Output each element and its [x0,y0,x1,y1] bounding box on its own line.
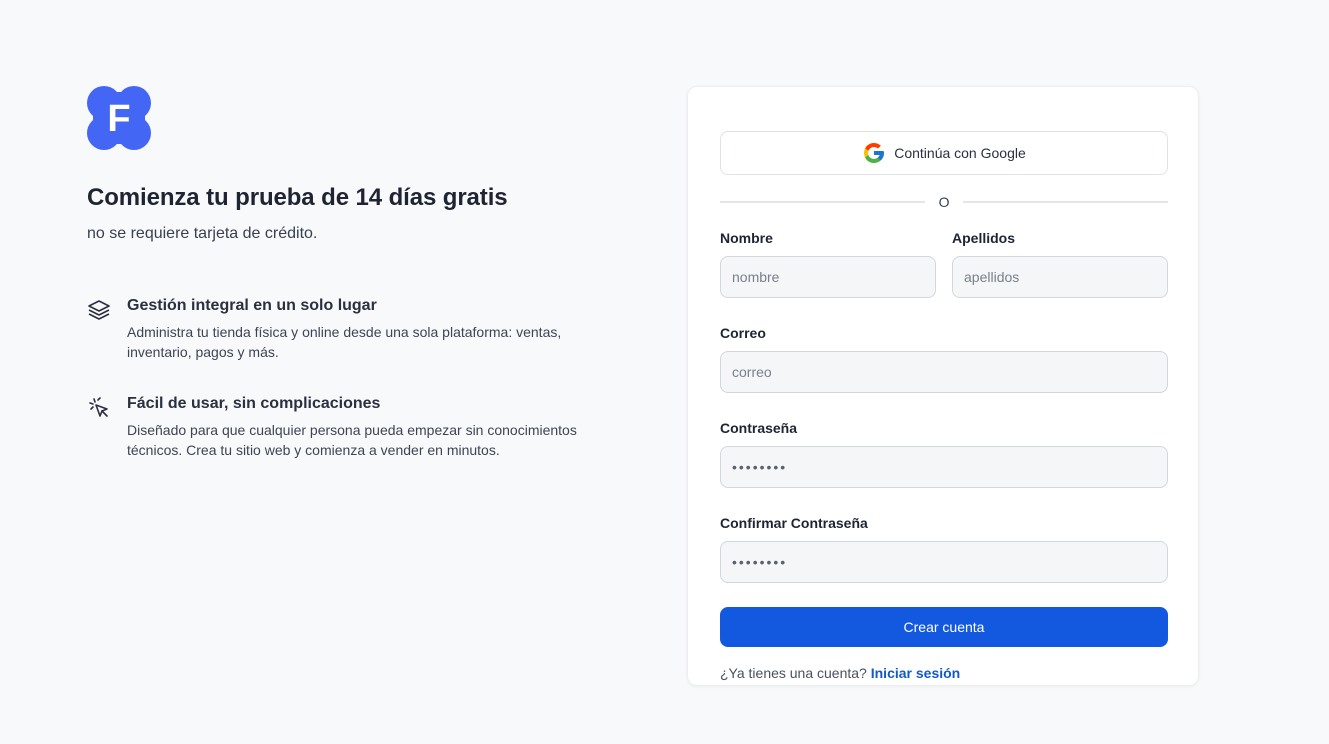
feature-description: Diseñado para que cualquier persona pued… [127,422,577,458]
signup-card: Continúa con Google O Nombre Apellidos C… [687,86,1199,686]
divider-line [720,201,925,203]
signup-form: Continúa con Google O Nombre Apellidos C… [720,131,1169,681]
google-button-label: Continúa con Google [894,145,1026,161]
first-name-input[interactable] [720,256,936,298]
intro-panel: F Comienza tu prueba de 14 días gratis n… [87,86,627,492]
page-subtitle: no se requiere tarjeta de crédito. [87,225,318,242]
google-icon [864,143,885,163]
signin-prompt-text: ¿Ya tienes una cuenta? [720,665,867,681]
feature-item: Fácil de usar, sin complicaciones Diseña… [87,394,627,460]
email-group: Correo [720,324,1168,393]
divider-line [963,201,1169,203]
feature-item: Gestión integral en un solo lugar Admini… [87,296,627,362]
feature-title: Fácil de usar, sin complicaciones [127,395,381,412]
or-divider: O [720,194,1169,210]
cursor-click-icon [89,397,108,417]
divider-text: O [938,194,950,210]
last-name-group: Apellidos [952,229,1168,298]
feature-description: Administra tu tienda física y online des… [127,324,562,360]
create-account-button[interactable]: Crear cuenta [720,607,1168,647]
feature-title: Gestión integral en un solo lugar [127,297,377,314]
confirm-password-label: Confirmar Contraseña [720,515,868,531]
password-input[interactable] [720,446,1168,488]
brand-logo-letter: F [107,98,130,140]
layers-icon [88,300,110,320]
signin-link[interactable]: Iniciar sesión [871,665,960,681]
email-input[interactable] [720,351,1168,393]
email-label: Correo [720,325,766,341]
feature-list: Gestión integral en un solo lugar Admini… [87,296,627,460]
signin-prompt: ¿Ya tienes una cuenta? Iniciar sesión [720,665,1168,681]
first-name-label: Nombre [720,230,773,246]
confirm-password-input[interactable] [720,541,1168,583]
password-label: Contraseña [720,420,798,436]
confirm-password-group: Confirmar Contraseña [720,514,1168,583]
first-name-group: Nombre [720,229,936,298]
google-signin-button[interactable]: Continúa con Google [720,131,1168,175]
page-title: Comienza tu prueba de 14 días gratis [87,184,508,211]
brand-logo: F [87,86,151,150]
password-group: Contraseña [720,419,1168,488]
last-name-label: Apellidos [952,230,1016,246]
last-name-input[interactable] [952,256,1168,298]
